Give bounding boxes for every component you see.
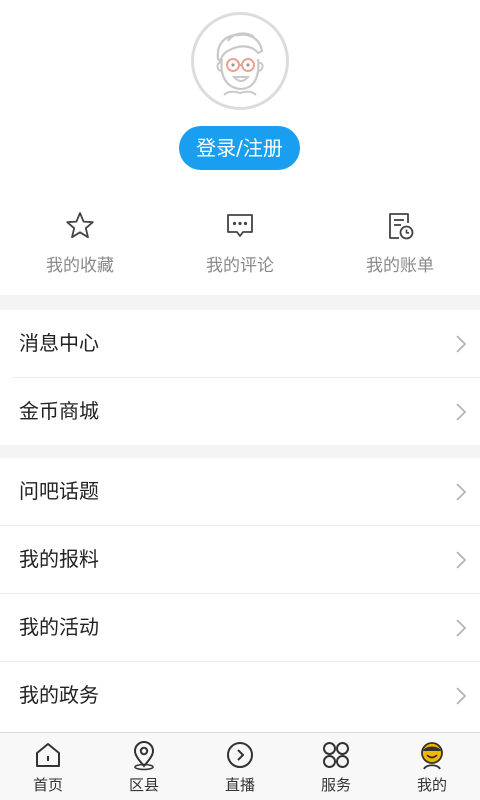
menu-item-message-center[interactable]: 消息中心 xyxy=(0,310,480,377)
tab-label: 区县 xyxy=(128,776,159,794)
chevron-right-icon xyxy=(456,687,467,705)
home-icon xyxy=(36,743,60,767)
favorites-label: 我的收藏 xyxy=(46,256,114,276)
tab-services[interactable]: 服务 xyxy=(288,733,384,800)
chevron-right-icon xyxy=(456,551,467,569)
section-divider xyxy=(0,295,480,310)
menu-item-my-government-affairs[interactable]: 我的政务 xyxy=(0,662,480,729)
comment-icon xyxy=(227,214,253,237)
bottom-tab-bar: 首页 区县 直播 服务 我的 xyxy=(0,732,480,800)
user-face-icon xyxy=(421,742,443,770)
login-register-button[interactable]: 登录/注册 xyxy=(179,126,300,170)
tab-districts[interactable]: 区县 xyxy=(96,733,192,800)
tab-label: 首页 xyxy=(32,776,63,794)
profile-header: 登录/注册 xyxy=(0,0,480,195)
bills-action[interactable]: 我的账单 xyxy=(320,195,480,295)
menu-item-my-activities[interactable]: 我的活动 xyxy=(0,594,480,661)
location-pin-icon xyxy=(133,741,155,771)
quick-actions: 我的收藏 我的评论 我的账单 xyxy=(0,195,480,295)
bill-icon xyxy=(389,213,414,240)
avatar[interactable] xyxy=(191,12,289,110)
tab-label: 直播 xyxy=(224,776,255,794)
favorites-action[interactable]: 我的收藏 xyxy=(0,195,160,295)
menu-item-coin-mall[interactable]: 金币商城 xyxy=(0,378,480,445)
menu-item-label: 消息中心 xyxy=(19,331,99,355)
chevron-right-icon xyxy=(456,335,467,353)
chevron-right-icon xyxy=(456,619,467,637)
grid-circles-icon xyxy=(323,742,349,768)
menu-item-label: 金币商城 xyxy=(19,399,99,423)
tab-label: 我的 xyxy=(416,776,447,794)
star-icon xyxy=(66,212,94,239)
menu-item-label: 我的政务 xyxy=(19,683,99,707)
bills-label: 我的账单 xyxy=(366,256,434,276)
chevron-right-icon xyxy=(456,403,467,421)
play-circle-icon xyxy=(227,742,253,768)
menu-item-my-reports[interactable]: 我的报料 xyxy=(0,526,480,593)
tab-home[interactable]: 首页 xyxy=(0,733,96,800)
tab-live[interactable]: 直播 xyxy=(192,733,288,800)
menu-item-label: 我的报料 xyxy=(19,547,99,571)
menu-item-topics[interactable]: 问吧话题 xyxy=(0,458,480,525)
tab-label: 服务 xyxy=(320,776,351,794)
menu-item-label: 问吧话题 xyxy=(19,479,99,503)
tab-mine[interactable]: 我的 xyxy=(384,733,480,800)
comments-label: 我的评论 xyxy=(206,256,274,276)
section-divider xyxy=(0,445,480,458)
comments-action[interactable]: 我的评论 xyxy=(160,195,320,295)
chevron-right-icon xyxy=(456,483,467,501)
default-avatar-illustration xyxy=(216,32,264,96)
menu-item-label: 我的活动 xyxy=(19,615,99,639)
